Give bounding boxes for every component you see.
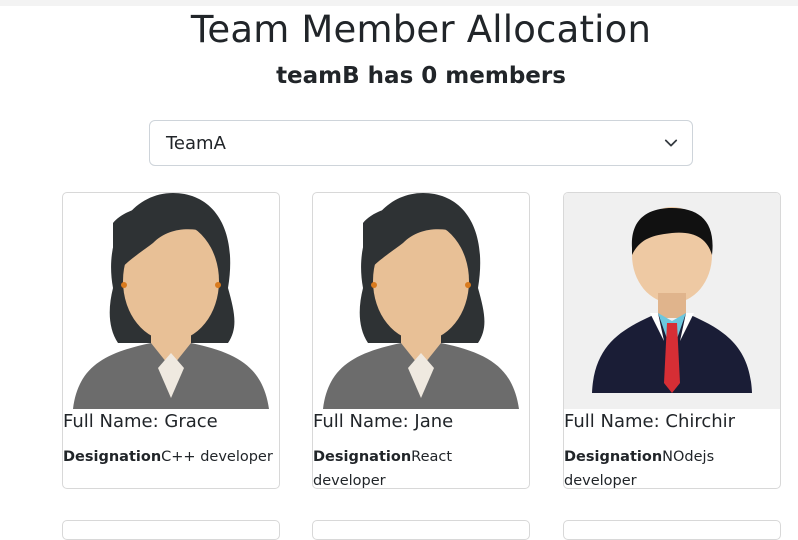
team-select-value: TeamA [166,133,226,154]
member-card[interactable] [563,520,781,540]
member-name: Full Name: Chirchir [564,411,736,432]
member-card[interactable]: Full Name: Grace DesignationC++ develope… [62,192,280,489]
member-name: Full Name: Jane [313,411,454,432]
designation-value: C++ developer [161,449,273,465]
member-name: Full Name: Grace [63,411,218,432]
member-designation: DesignationReact developer [313,445,527,488]
male-avatar-icon [564,193,780,409]
designation-label: Designation [564,449,663,465]
chevron-down-icon [664,139,678,147]
team-member-count: teamB has 0 members [276,63,566,89]
team-select[interactable]: TeamA [149,120,693,166]
designation-label: Designation [313,449,412,465]
designation-label: Designation [63,449,162,465]
member-designation: DesignationC++ developer [63,445,277,469]
member-card[interactable] [62,520,280,540]
member-card[interactable]: Full Name: Jane DesignationReact develop… [312,192,530,489]
page-title: Team Member Allocation [190,8,652,51]
member-card[interactable]: Full Name: Chirchir DesignationNOdejs de… [563,192,781,489]
member-designation: DesignationNOdejs developer [564,445,778,488]
top-bar [0,0,798,6]
female-avatar-icon [73,193,269,409]
member-card[interactable] [312,520,530,540]
female-avatar-icon [323,193,519,409]
